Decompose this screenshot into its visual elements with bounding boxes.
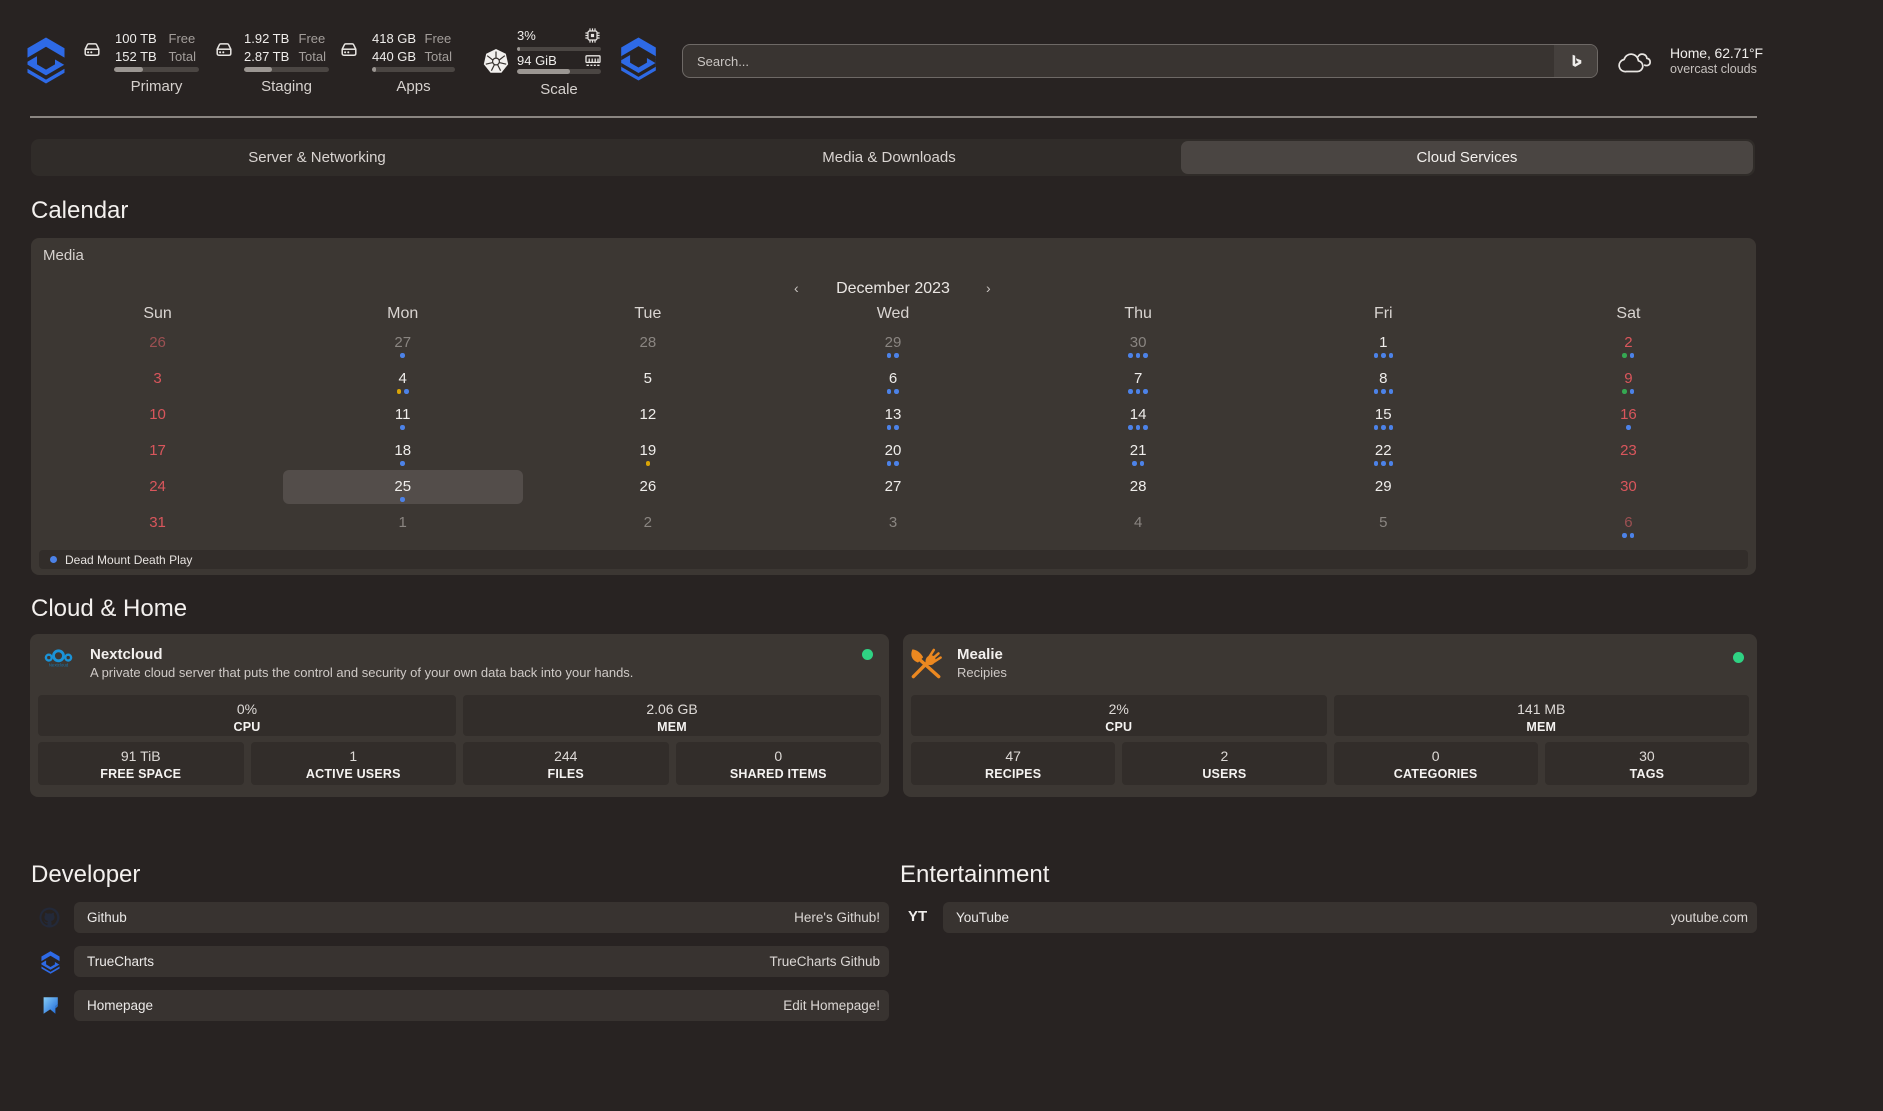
svg-text:Nextcloud: Nextcloud bbox=[49, 663, 69, 668]
